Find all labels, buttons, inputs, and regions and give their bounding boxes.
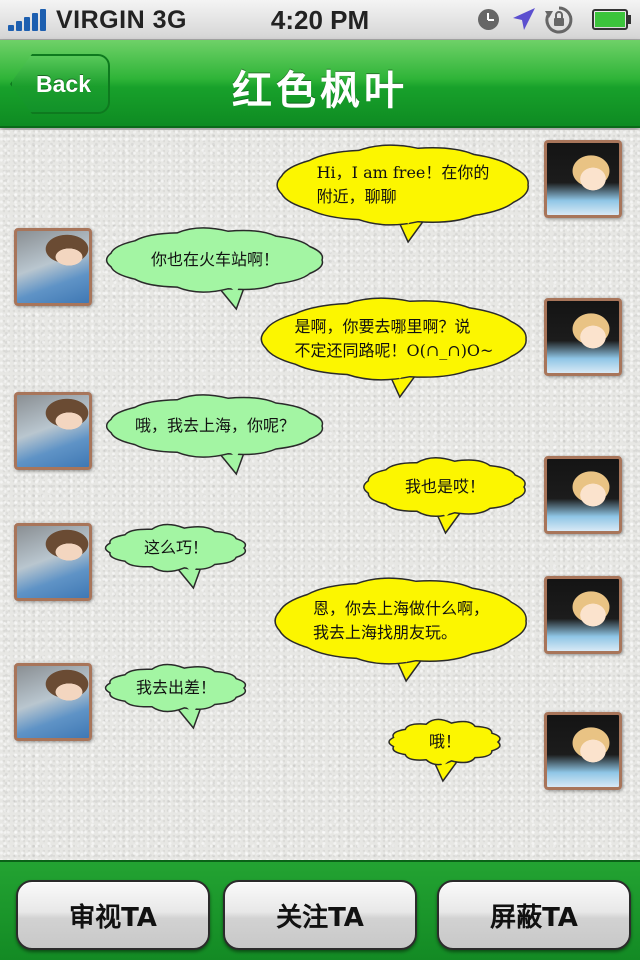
status-bar: VIRGIN 3G 4:20 PM — [0, 0, 640, 40]
contact-avatar[interactable] — [14, 392, 92, 470]
follow-ta-button[interactable]: 关注TA — [223, 880, 417, 950]
outgoing-message-bubble[interactable]: 哦！ — [386, 717, 504, 783]
contact-avatar[interactable] — [14, 228, 92, 306]
rotation-lock-icon — [545, 6, 573, 34]
message-text: 你也在火车站啊！ — [150, 250, 279, 269]
clock-icon — [478, 9, 499, 30]
message-text: 我去出差！ — [135, 678, 216, 697]
page-title: 红色枫叶 — [232, 68, 408, 114]
block-ta-label: 屏蔽TA — [490, 902, 578, 933]
follow-ta-label: 关注TA — [276, 902, 364, 933]
review-ta-button[interactable]: 审视TA — [16, 880, 210, 950]
contact-avatar[interactable] — [14, 663, 92, 741]
my-avatar[interactable] — [544, 712, 622, 790]
message-text: 这么巧！ — [143, 538, 208, 557]
outgoing-message-bubble[interactable]: 我也是哎！ — [360, 455, 530, 535]
review-ta-label: 审视TA — [69, 902, 157, 933]
incoming-message-bubble[interactable]: 这么巧！ — [102, 522, 250, 590]
message-text: 恩，你去上海做什么啊， 我去上海找朋友玩。 — [312, 599, 489, 642]
my-avatar[interactable] — [544, 456, 622, 534]
contact-avatar[interactable] — [14, 523, 92, 601]
navigation-bar: Back 红色枫叶 — [0, 40, 640, 128]
incoming-message-bubble[interactable]: 你也在火车站啊！ — [102, 225, 328, 311]
outgoing-message-bubble[interactable]: 是啊，你要去哪里啊？说 不定还同路呢！O(∩_∩)O~ — [256, 295, 532, 399]
incoming-message-bubble[interactable]: 哦，我去上海，你呢？ — [102, 392, 328, 476]
message-text: 我也是哎！ — [404, 477, 485, 496]
block-ta-button[interactable]: 屏蔽TA — [437, 880, 631, 950]
message-text: 哦，我去上海，你呢？ — [134, 416, 295, 435]
battery-icon — [592, 9, 631, 30]
location-icon — [513, 8, 535, 30]
bottom-toolbar: 审视TA 关注TA 屏蔽TA — [0, 860, 640, 960]
incoming-message-bubble[interactable]: 我去出差！ — [102, 662, 250, 730]
my-avatar[interactable] — [544, 298, 622, 376]
my-avatar[interactable] — [544, 576, 622, 654]
message-text: 是啊，你要去哪里啊？说 不定还同路呢！O(∩_∩)O~ — [294, 317, 494, 360]
chat-area[interactable]: Hi，I am free！在你的 附近，聊聊你也在火车站啊！ 是啊，你要去哪里啊？… — [0, 130, 640, 860]
outgoing-message-bubble[interactable]: 恩，你去上海做什么啊， 我去上海找朋友玩。 — [270, 575, 532, 683]
message-text: 哦！ — [428, 732, 461, 751]
my-avatar[interactable] — [544, 140, 622, 218]
outgoing-message-bubble[interactable]: Hi，I am free！在你的 附近，聊聊 — [272, 142, 534, 244]
message-text: Hi，I am free！在你的 附近，聊聊 — [316, 163, 490, 206]
